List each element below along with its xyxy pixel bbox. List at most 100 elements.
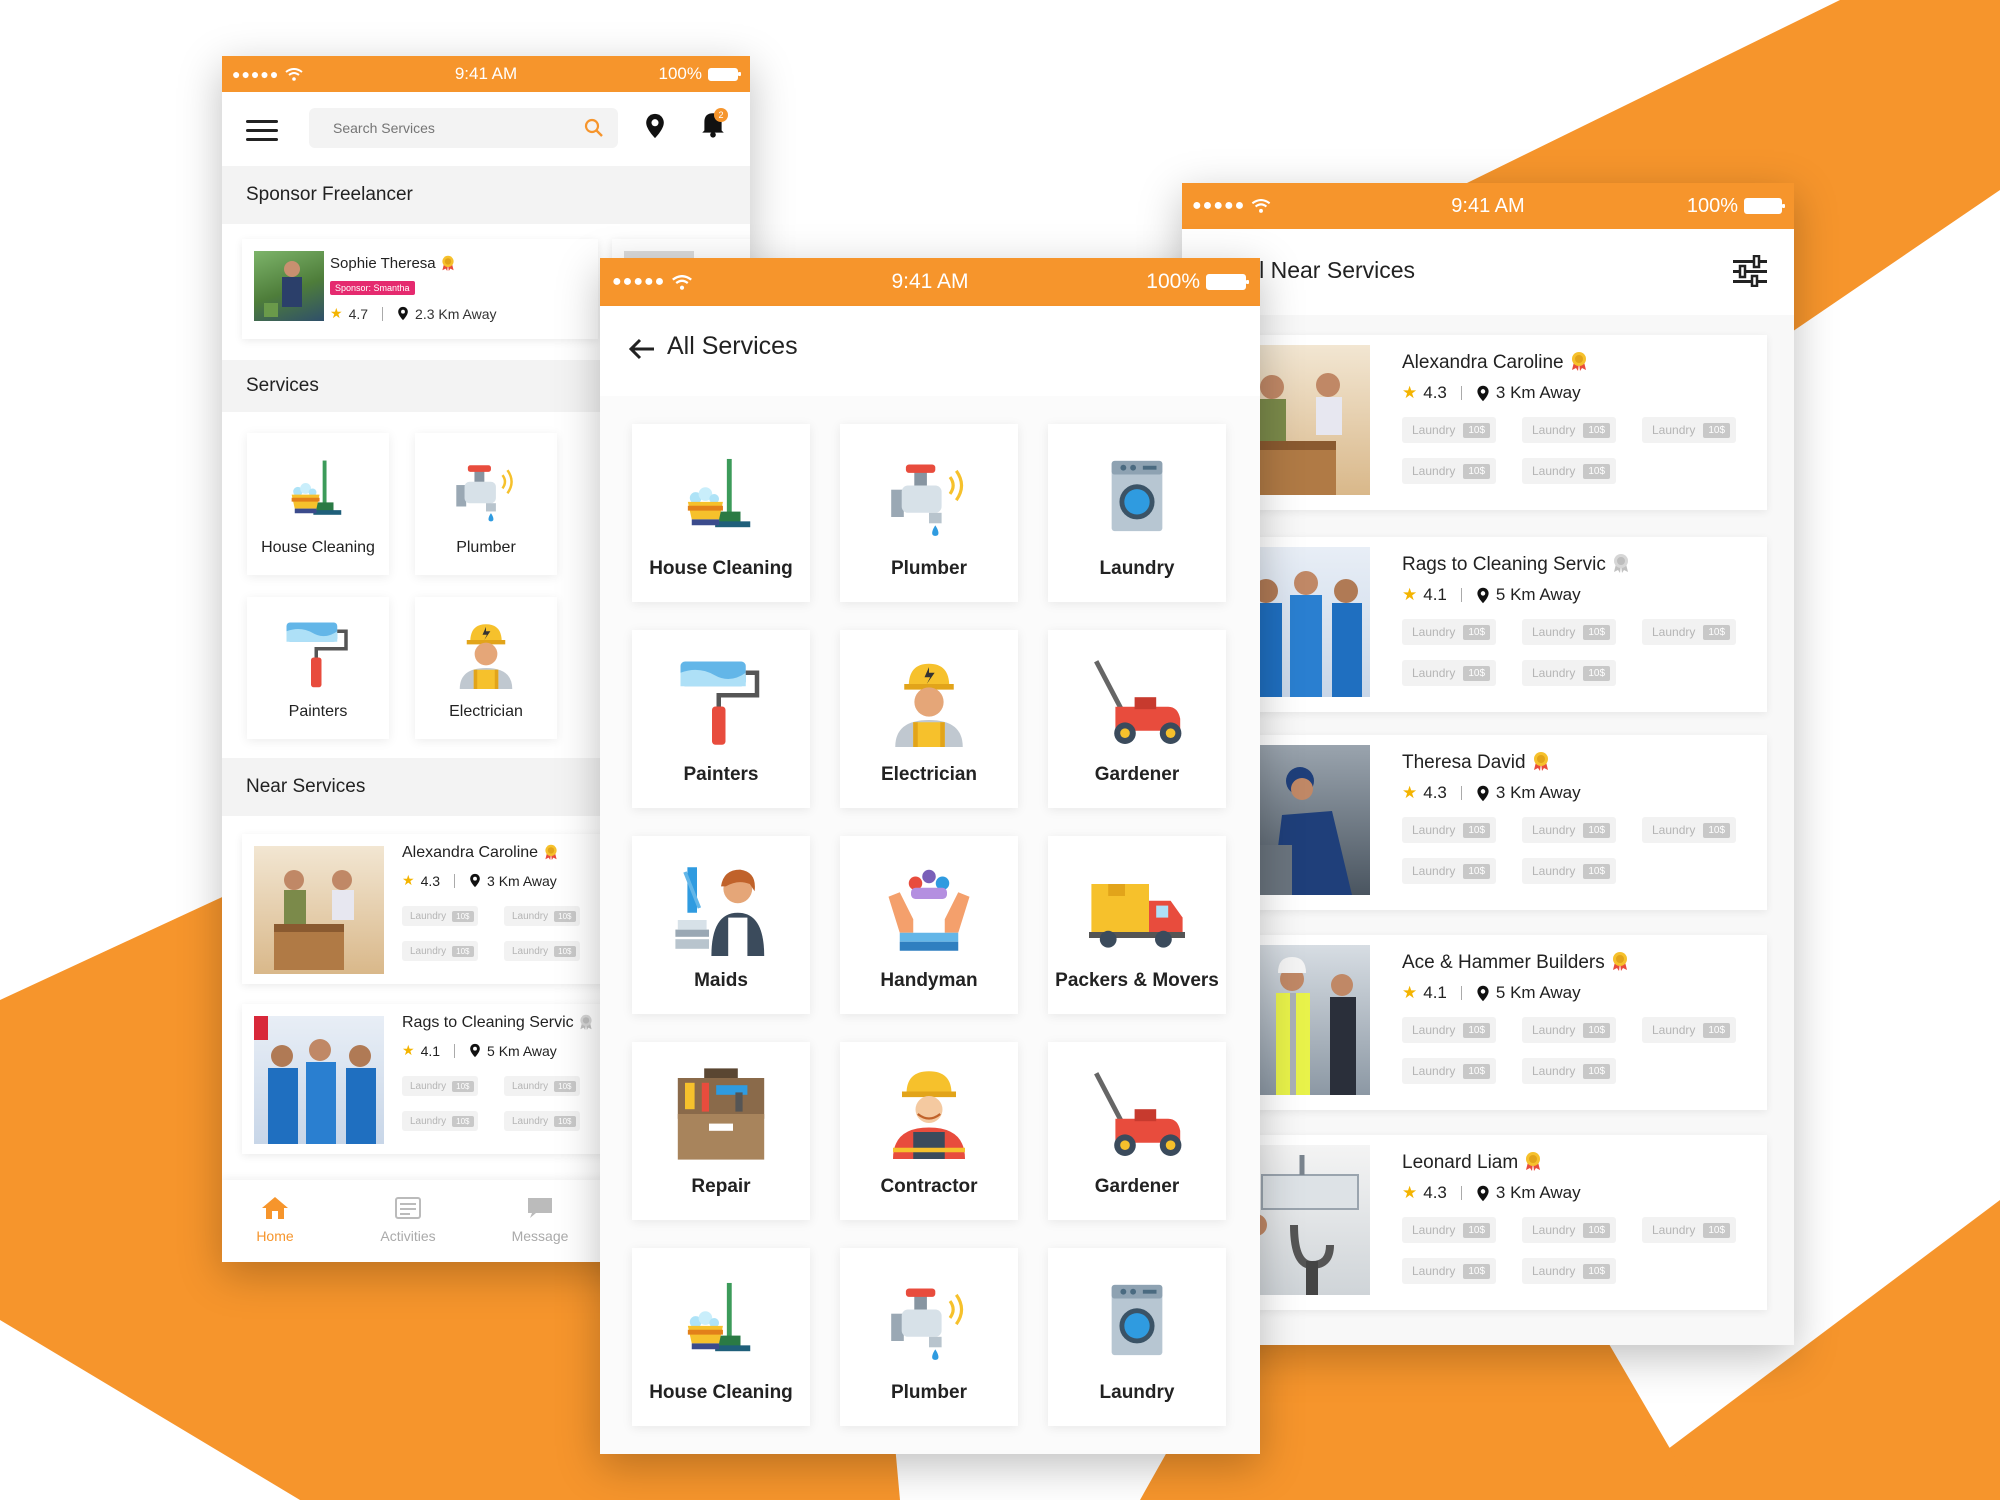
sponsor-section-title: Sponsor Freelancer	[222, 166, 750, 224]
service-chip[interactable]: Laundry 10$	[1642, 1017, 1737, 1043]
provider-name: Leonard Liam	[1402, 1151, 1543, 1174]
provider-card[interactable]: Theresa David ★ 4.3 3 Km Away Laundry 10$…	[1242, 735, 1767, 910]
service-chip[interactable]: Laundry 10$	[1402, 660, 1497, 686]
service-tile-house-cleaning[interactable]: House Cleaning	[632, 424, 810, 602]
battery-level: 100%	[1686, 194, 1738, 217]
service-chip[interactable]: Laundry 10$	[1402, 1017, 1497, 1043]
service-chip[interactable]: Laundry 10$	[1402, 417, 1497, 443]
provider-rating: 4.3	[1423, 1183, 1447, 1202]
service-chip[interactable]: Laundry 10$	[1522, 1058, 1617, 1084]
provider-card[interactable]: Ace & Hammer Builders ★ 4.1 5 Km Away La…	[1242, 935, 1767, 1110]
service-tile-maids[interactable]: Maids	[632, 836, 810, 1014]
nav-home[interactable]: Home	[222, 1196, 335, 1244]
star-icon: ★	[402, 872, 415, 888]
award-icon	[440, 255, 456, 271]
service-chip[interactable]: Laundry 10$	[402, 1111, 478, 1131]
service-chip[interactable]: Laundry 10$	[402, 906, 478, 926]
service-tile-laundry[interactable]: Laundry	[1048, 424, 1226, 602]
service-tile-electrician[interactable]: Electrician	[415, 597, 557, 739]
service-chip[interactable]: Laundry 10$	[504, 1111, 580, 1131]
maids-icon	[673, 860, 769, 956]
service-chip[interactable]: Laundry 10$	[1522, 417, 1617, 443]
service-chip[interactable]: Laundry 10$	[1402, 619, 1497, 645]
location-pin-icon	[1476, 1185, 1490, 1202]
service-label: Plumber	[890, 558, 968, 579]
star-icon: ★	[1402, 383, 1418, 402]
service-chip[interactable]: Laundry 10$	[1642, 619, 1737, 645]
sponsor-card[interactable]: Sophie Theresa Sponsor: Smantha ★ 4.7 2.…	[242, 239, 598, 339]
service-chip[interactable]: Laundry 10$	[402, 1076, 478, 1096]
service-tile-repair[interactable]: Repair	[632, 1042, 810, 1220]
service-chip[interactable]: Laundry 10$	[1522, 858, 1617, 884]
nav-message[interactable]: Message	[480, 1196, 600, 1244]
service-chip[interactable]: Laundry 10$	[1402, 458, 1497, 484]
service-chip[interactable]: Laundry 10$	[504, 906, 580, 926]
service-chip[interactable]: Laundry 10$	[1522, 660, 1617, 686]
provider-rating: 4.1	[1423, 585, 1447, 604]
star-icon: ★	[1402, 1183, 1418, 1202]
service-chip[interactable]: Laundry 10$	[504, 1076, 580, 1096]
search-input[interactable]	[309, 108, 549, 148]
service-chip[interactable]: Laundry 10$	[402, 941, 478, 961]
service-chip[interactable]: Laundry 10$	[1402, 817, 1497, 843]
battery-level: 100%	[1146, 270, 1200, 293]
service-tile-gardener[interactable]: Gardener	[1048, 630, 1226, 808]
service-chip[interactable]: Laundry 10$	[1402, 1258, 1497, 1284]
search-icon[interactable]	[584, 118, 604, 138]
menu-icon[interactable]	[246, 120, 278, 142]
provider-card[interactable]: Leonard Liam ★ 4.3 3 Km Away Laundry 10$ …	[1242, 1135, 1767, 1310]
service-chip[interactable]: Laundry 10$	[1642, 817, 1737, 843]
provider-meta: ★ 4.3 3 Km Away	[1402, 783, 1581, 803]
service-tile-handyman[interactable]: Handyman	[840, 836, 1018, 1014]
sponsor-photo	[254, 251, 324, 321]
search-bar[interactable]	[309, 108, 618, 148]
service-tile-plumber[interactable]: Plumber	[840, 1248, 1018, 1426]
location-pin-icon	[397, 306, 409, 321]
service-tile-house-cleaning[interactable]: House Cleaning	[247, 433, 389, 575]
service-tile-gardener[interactable]: Gardener	[1048, 1042, 1226, 1220]
gardener-icon	[1089, 654, 1185, 750]
service-chip[interactable]: Laundry 10$	[1522, 1217, 1617, 1243]
provider-distance: 3 Km Away	[487, 872, 557, 889]
service-chip[interactable]: Laundry 10$	[1402, 1217, 1497, 1243]
service-tile-painters[interactable]: Painters	[632, 630, 810, 808]
service-chip[interactable]: Laundry 10$	[1522, 619, 1617, 645]
service-tile-painters[interactable]: Painters	[247, 597, 389, 739]
provider-meta: ★ 4.1 5 Km Away	[1402, 983, 1581, 1003]
location-icon[interactable]	[644, 112, 666, 140]
service-tile-laundry[interactable]: Laundry	[1048, 1248, 1226, 1426]
service-chip[interactable]: Laundry 10$	[1402, 1058, 1497, 1084]
service-chip[interactable]: Laundry 10$	[1522, 1258, 1617, 1284]
service-tile-plumber[interactable]: Plumber	[840, 424, 1018, 602]
service-label: Electrician	[880, 764, 978, 785]
location-pin-icon	[469, 1043, 481, 1058]
provider-card[interactable]: Alexandra Caroline ★ 4.3 3 Km Away Laund…	[1242, 335, 1767, 510]
provider-photo	[254, 1016, 384, 1144]
provider-card[interactable]: Rags to Cleaning Servic ★ 4.1 5 Km Away …	[1242, 537, 1767, 712]
service-tile-house-cleaning[interactable]: House Cleaning	[632, 1248, 810, 1426]
service-tile-packers-movers[interactable]: Packers & Movers	[1048, 836, 1226, 1014]
service-tile-plumber[interactable]: Plumber	[415, 433, 557, 575]
service-chip[interactable]: Laundry 10$	[504, 941, 580, 961]
service-chip[interactable]: Laundry 10$	[1642, 417, 1737, 443]
provider-rating: 4.3	[420, 872, 441, 889]
service-chip[interactable]: Laundry 10$	[1522, 1017, 1617, 1043]
filter-icon[interactable]	[1732, 255, 1768, 287]
service-label: Laundry	[1099, 1382, 1175, 1403]
provider-meta: ★ 4.3 3 Km Away	[402, 872, 557, 889]
service-chip[interactable]: Laundry 10$	[1522, 817, 1617, 843]
provider-meta: ★ 4.1 5 Km Away	[402, 1042, 557, 1059]
service-chip[interactable]: Laundry 10$	[1402, 858, 1497, 884]
award-icon	[1523, 1151, 1543, 1171]
provider-rating: 4.1	[420, 1042, 441, 1059]
service-tile-contractor[interactable]: Contractor	[840, 1042, 1018, 1220]
location-pin-icon	[1476, 385, 1490, 402]
nav-activities[interactable]: Activities	[348, 1196, 468, 1244]
notification-bell[interactable]: 2	[700, 108, 728, 143]
provider-photo	[1242, 1145, 1370, 1295]
service-tile-electrician[interactable]: Electrician	[840, 630, 1018, 808]
service-chip[interactable]: Laundry 10$	[1642, 1217, 1737, 1243]
back-arrow-icon[interactable]	[628, 338, 656, 360]
service-chip[interactable]: Laundry 10$	[1522, 458, 1617, 484]
status-bar: ●●●●● 9:41 AM 100%	[1182, 183, 1794, 229]
